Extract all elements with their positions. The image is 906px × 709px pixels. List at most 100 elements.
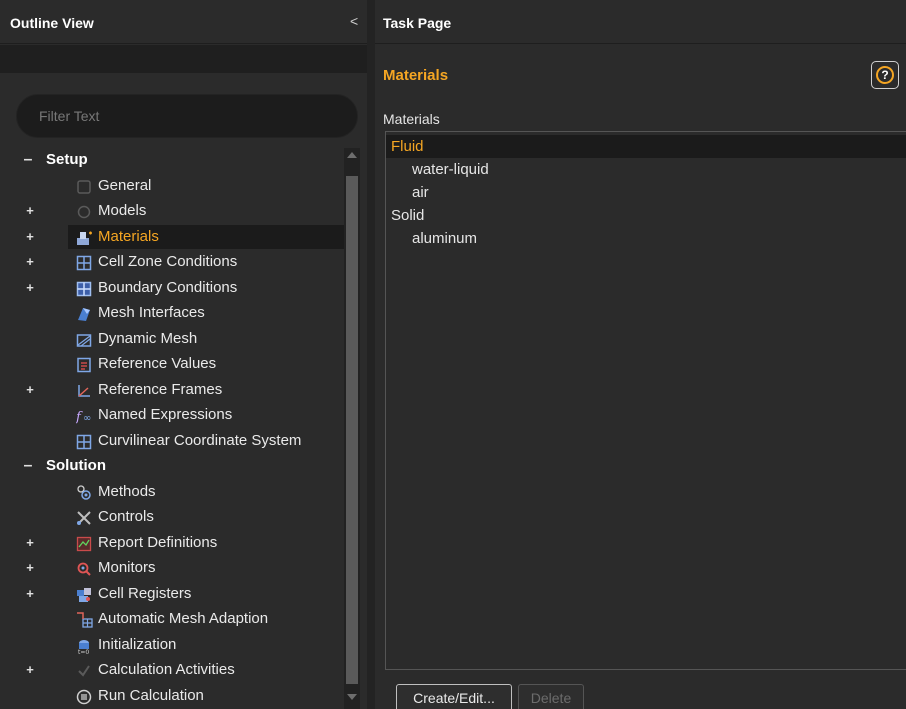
report-definitions-icon (76, 535, 92, 551)
tree-label: Methods (98, 482, 156, 500)
tree-item-boundary-conditions[interactable]: + Boundary Conditions (0, 276, 344, 300)
tree-item-calculation-activities[interactable]: + Calculation Activities (0, 658, 344, 682)
tree-item-initialization[interactable]: t=0 Initialization (0, 633, 344, 657)
tree-item-reference-frames[interactable]: + Reference Frames (0, 378, 344, 402)
tree-item-materials[interactable]: + Materials (26, 224, 344, 249)
task-header: Task Page (375, 0, 906, 44)
mesh-interfaces-icon (76, 305, 92, 321)
expand-toggle[interactable]: + (24, 225, 36, 249)
tree-item-cell-zone-conditions[interactable]: + Cell Zone Conditions (0, 250, 344, 274)
methods-icon (76, 484, 92, 500)
svg-text:t=0: t=0 (78, 649, 89, 654)
general-icon (76, 178, 92, 194)
task-page-title: Task Page (383, 15, 452, 31)
tree-label: Materials (98, 227, 159, 245)
outline-title: Outline View (10, 15, 94, 31)
tree-item-curvilinear-coordinate-system[interactable]: Curvilinear Coordinate System (0, 429, 344, 453)
tree-item-methods[interactable]: Methods (0, 480, 344, 504)
tree-label: Dynamic Mesh (98, 329, 198, 347)
curvilinear-icon (76, 433, 92, 449)
run-calculation-icon (76, 688, 92, 704)
tree-item-models[interactable]: + Models (0, 199, 344, 223)
monitors-icon (76, 560, 92, 576)
delete-button[interactable]: Delete (518, 684, 584, 709)
expand-toggle[interactable]: + (24, 582, 36, 606)
outline-header: Outline View < (0, 0, 367, 44)
cell-registers-icon (76, 586, 92, 602)
mesh-adaption-icon (76, 611, 93, 628)
expand-toggle[interactable]: + (24, 556, 36, 580)
filter-text-input[interactable] (16, 94, 358, 138)
expand-toggle[interactable]: + (24, 199, 36, 223)
tree-label: Reference Frames (98, 380, 223, 398)
scrollbar-thumb[interactable] (346, 176, 358, 684)
initialization-icon: t=0 (76, 637, 92, 656)
material-item[interactable]: air (386, 181, 906, 204)
tree-label: Curvilinear Coordinate System (98, 431, 302, 449)
tree-item-controls[interactable]: Controls (0, 505, 344, 529)
material-category[interactable]: Solid (386, 204, 906, 227)
tree-label: Cell Zone Conditions (98, 253, 238, 270)
tree-label: Boundary Conditions (98, 278, 238, 296)
expand-toggle[interactable]: + (24, 250, 36, 274)
tree-label: Monitors (98, 559, 156, 576)
expand-toggle[interactable]: + (24, 276, 36, 300)
controls-icon (76, 509, 92, 525)
create-edit-button[interactable]: Create/Edit... (396, 684, 512, 709)
boundary-icon (76, 280, 92, 296)
expand-toggle[interactable]: + (24, 378, 36, 402)
calculation-activities-icon (76, 662, 92, 678)
material-item[interactable]: water-liquid (386, 158, 906, 181)
tree-label: Reference Values (98, 355, 217, 372)
expand-toggle[interactable]: + (24, 658, 36, 682)
tree-item-run-calculation[interactable]: Run Calculation (0, 684, 344, 708)
tree-item-mesh-interfaces[interactable]: Mesh Interfaces (0, 301, 344, 325)
models-icon (76, 203, 92, 219)
tree-item-monitors[interactable]: + Monitors (0, 556, 344, 580)
scroll-down-arrow[interactable] (347, 694, 357, 700)
tree-label: Mesh Interfaces (98, 304, 205, 321)
svg-text:f: f (76, 410, 83, 424)
collapse-toggle[interactable]: – (22, 148, 34, 172)
task-page-panel: Task Page Materials ? Materials Fluid wat… (375, 0, 906, 709)
materials-icon (76, 229, 92, 245)
material-item[interactable]: aluminum (386, 227, 906, 250)
tree-label: Initialization (98, 635, 177, 653)
tree-item-named-expressions[interactable]: f ∞ Named Expressions (0, 403, 344, 427)
tree-scrollbar[interactable] (344, 148, 360, 709)
tree-item-report-definitions[interactable]: + Report Definitions (0, 531, 344, 555)
scroll-up-arrow[interactable] (347, 152, 357, 158)
collapse-toggle[interactable]: – (22, 454, 34, 478)
help-button[interactable]: ? (871, 61, 899, 89)
collapse-panel-button[interactable]: < (350, 13, 358, 29)
expand-toggle[interactable]: + (24, 531, 36, 555)
materials-heading: Materials (383, 67, 449, 84)
materials-list-label: Materials (383, 111, 440, 127)
tree-label: Controls (98, 508, 154, 525)
tree-label: Setup (46, 151, 88, 168)
reference-values-icon (76, 356, 92, 373)
tree-item-dynamic-mesh[interactable]: Dynamic Mesh (0, 327, 344, 351)
tree-item-general[interactable]: General (0, 174, 344, 198)
help-icon: ? (876, 66, 894, 84)
tree-label: General (98, 176, 152, 194)
tree-label: Run Calculation (98, 686, 204, 704)
tree-label: Report Definitions (98, 533, 218, 551)
tree-label: Automatic Mesh Adaption (98, 610, 269, 627)
tree-item-cell-registers[interactable]: + Cell Registers (0, 582, 344, 606)
material-category[interactable]: Fluid (386, 135, 906, 158)
tree-section-solution[interactable]: – Solution (0, 454, 344, 478)
materials-list[interactable]: Fluid water-liquid air Solid aluminum (385, 131, 906, 670)
tree-label: Solution (46, 457, 106, 474)
tree-item-reference-values[interactable]: Reference Values (0, 352, 344, 376)
dynamic-mesh-icon (76, 331, 92, 347)
tree-item-automatic-mesh-adaption[interactable]: Automatic Mesh Adaption (0, 607, 344, 631)
outline-view-panel: Outline View < –SetupGeneral+Models+Mate… (0, 0, 367, 709)
tree-label: Cell Registers (98, 584, 192, 602)
panel-divider[interactable] (367, 0, 375, 709)
tree-section-setup[interactable]: – Setup (0, 148, 344, 172)
cell-zone-icon (76, 254, 92, 271)
named-expressions-icon: f ∞ (75, 407, 92, 425)
svg-text:∞: ∞ (83, 413, 91, 424)
tree-label: Models (98, 202, 147, 219)
